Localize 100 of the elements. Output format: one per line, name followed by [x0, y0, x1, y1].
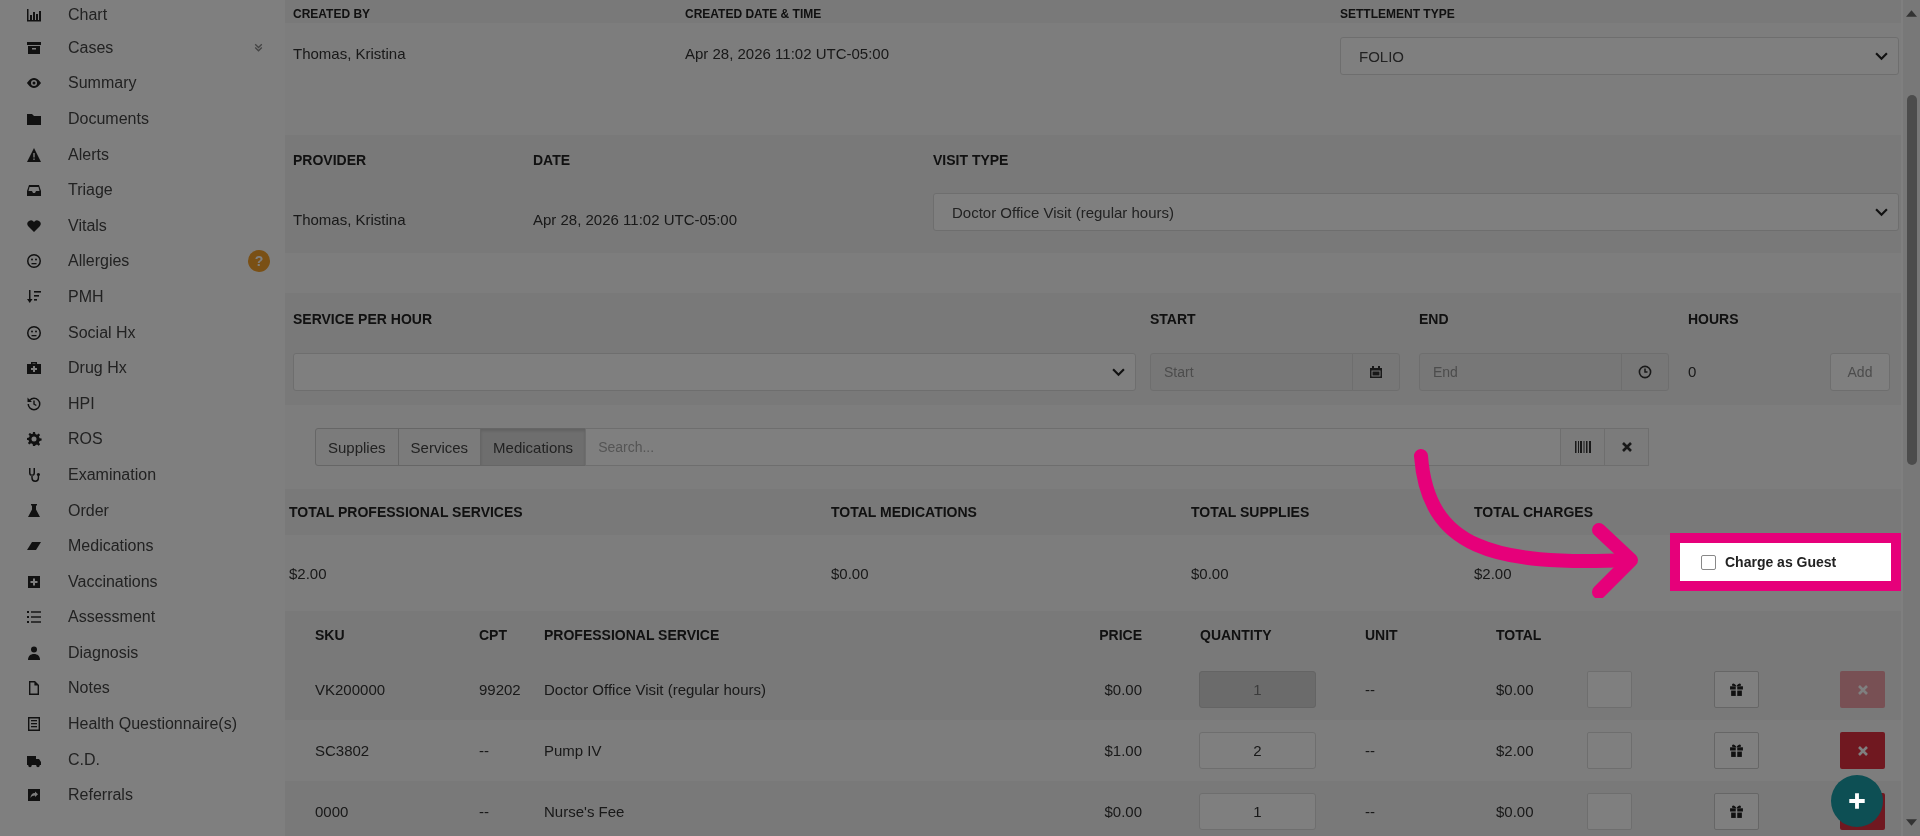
clear-button[interactable]: [1604, 428, 1650, 466]
catalog-tab[interactable]: Supplies: [315, 428, 399, 466]
sidebar-item[interactable]: HPI: [0, 385, 283, 422]
clock-button[interactable]: [1621, 353, 1669, 391]
column-header: TOTAL: [1496, 627, 1542, 643]
caret-icon: [1112, 367, 1125, 377]
sidebar-item[interactable]: Medications: [0, 528, 283, 564]
sidebar-item[interactable]: Examination: [0, 457, 283, 493]
sidebar-item[interactable]: Referrals: [0, 777, 283, 814]
calendar-icon: [1369, 365, 1383, 379]
quantity-field[interactable]: 2: [1199, 732, 1316, 769]
inbox-icon: [26, 182, 42, 199]
table-cell: $0.00: [1496, 803, 1534, 820]
column-header: TOTAL CHARGES: [1474, 504, 1593, 520]
sidebar-item[interactable]: Vaccinations: [0, 563, 283, 600]
folder-icon: [26, 111, 42, 127]
stethoscope-icon: [26, 466, 42, 483]
share-icon: [26, 787, 42, 804]
sidebar-item[interactable]: Assessment: [0, 599, 283, 636]
sidebar-item[interactable]: Documents: [0, 101, 283, 137]
column-header: TOTAL MEDICATIONS: [831, 504, 977, 520]
scroll-down-icon[interactable]: [1906, 819, 1917, 826]
column-header: CPT: [479, 627, 507, 643]
calendar-button[interactable]: [1352, 353, 1400, 391]
sidebar-item[interactable]: Notes: [0, 670, 283, 707]
column-header: START: [1150, 311, 1196, 327]
provider-value: Thomas, Kristina: [293, 210, 406, 228]
column-header: TOTAL SUPPLIES: [1191, 504, 1310, 520]
sidebar-item[interactable]: Alerts: [0, 136, 283, 173]
sidebar-item[interactable]: Health Questionnaire(s): [0, 706, 283, 742]
caret-icon: [1875, 51, 1888, 61]
gift-button[interactable]: [1714, 793, 1759, 830]
table-cell: Doctor Office Visit (regular hours): [544, 681, 767, 698]
gear-icon: [26, 431, 42, 448]
column-header: CREATED DATE & TIME: [685, 7, 822, 21]
table-cell: --: [479, 803, 489, 820]
visit-type-select[interactable]: Doctor Office Visit (regular hours): [933, 193, 1899, 231]
gift-button[interactable]: [1714, 732, 1759, 769]
date-value: Apr 28, 2026 11:02 UTC-05:00: [533, 210, 738, 228]
column-header: PROFESSIONAL SERVICE: [544, 627, 720, 643]
sidebar-item[interactable]: Social Hx: [0, 314, 283, 351]
catalog-tab[interactable]: Services: [397, 428, 482, 466]
sidebar-item[interactable]: Allergies ?: [0, 243, 283, 280]
total-value: $0.00: [831, 564, 869, 582]
column-header: PROVIDER: [293, 152, 367, 168]
sidebar-item[interactable]: ROS: [0, 421, 283, 458]
table-cell-text: $1.00: [1103, 742, 1142, 759]
archive-icon: [26, 39, 42, 56]
sidebar-item[interactable]: Cases: [0, 30, 283, 66]
sidebar-item[interactable]: Summary: [0, 65, 283, 102]
sidebar-item[interactable]: Drug Hx: [0, 350, 283, 386]
sidebar-item[interactable]: Triage: [0, 172, 283, 208]
sidebar-item[interactable]: Order: [0, 492, 283, 529]
table-cell: 99202: [479, 681, 521, 698]
clock-icon: [1638, 365, 1652, 379]
quantity-field[interactable]: 1: [1199, 793, 1316, 830]
table-cell-text: $0.00: [1103, 803, 1142, 820]
catalog-tab[interactable]: Medications: [480, 428, 587, 466]
column-header: HOURS: [1688, 311, 1739, 327]
sort-icon: [26, 288, 42, 305]
total-value: $2.00: [289, 564, 327, 582]
gift-icon: [1729, 743, 1744, 758]
plus-icon: [1848, 792, 1866, 810]
column-header: DATE: [533, 152, 571, 168]
table-cell: VK200000: [315, 681, 386, 698]
bar-chart-icon: [26, 7, 42, 23]
scrollbar[interactable]: [1903, 0, 1920, 836]
smiley-icon: [26, 324, 42, 341]
sidebar-item[interactable]: Diagnosis: [0, 635, 283, 671]
column-header: UNIT: [1365, 627, 1398, 643]
total-value: $2.00: [1474, 564, 1512, 582]
sidebar-item[interactable]: PMH: [0, 279, 283, 315]
history-icon: [26, 395, 42, 412]
table-cell: --: [479, 742, 489, 759]
sidebar-item[interactable]: Chart: [0, 0, 283, 30]
column-header: SETTLEMENT TYPE: [1340, 7, 1455, 21]
checkbox-label[interactable]: Charge as Guest: [1725, 554, 1837, 570]
flask-icon: [26, 502, 42, 519]
delete-button[interactable]: [1840, 732, 1885, 769]
scroll-up-icon[interactable]: [1906, 10, 1917, 17]
gift-button[interactable]: [1714, 671, 1759, 708]
double-chevron-icon[interactable]: [253, 42, 264, 54]
column-header: SKU: [315, 627, 345, 643]
column-header: END: [1419, 311, 1449, 327]
column-header: QUANTITY: [1200, 627, 1272, 643]
doctor-icon: [26, 644, 42, 661]
sidebar-item[interactable]: C.D.: [0, 741, 283, 778]
hours-value: 0: [1688, 363, 1697, 380]
scroll-thumb[interactable]: [1907, 95, 1917, 465]
created-by-value: Thomas, Kristina: [293, 45, 406, 62]
column-header: PRICE: [1098, 627, 1142, 643]
table-cell: --: [1365, 803, 1375, 820]
barcode-button[interactable]: [1560, 428, 1606, 466]
settlement-type-select[interactable]: FOLIO: [1340, 37, 1899, 75]
guest-checkbox[interactable]: [1701, 554, 1716, 570]
table-cell: Pump IV: [544, 742, 602, 759]
sidebar-item[interactable]: Vitals: [0, 207, 283, 244]
column-header: SERVICE PER HOUR: [293, 311, 432, 327]
column-header: TOTAL PROFESSIONAL SERVICES: [289, 504, 523, 520]
table-cell: Nurse's Fee: [544, 803, 625, 820]
